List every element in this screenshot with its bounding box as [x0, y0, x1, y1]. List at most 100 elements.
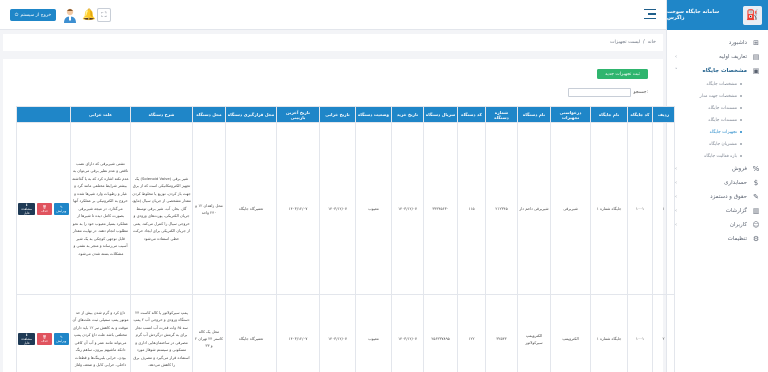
view-file-label: مشاهده فایل: [21, 336, 32, 345]
column-header[interactable]: نام جایگاه: [590, 106, 628, 123]
chevron-left-icon: ‹: [675, 222, 677, 228]
equipment-card: ثبت تجهیزات جدید جستجو: ردیف کد جایگاه ن…: [3, 59, 675, 372]
pen-icon: ✎: [753, 193, 759, 201]
delete-button[interactable]: 🗑 حذف: [36, 202, 53, 215]
view-file-label: مشاهده فایل: [21, 206, 32, 215]
table-cell: ۱۰۰۱: [627, 294, 653, 372]
subitem-label: مشتریان جایگاه: [709, 141, 737, 147]
table-cell: ۱۴۰۳/۱۲/۰۷: [276, 122, 320, 295]
column-header-actions: [16, 106, 71, 123]
sidebar-subitem[interactable]: مشخصات جهت مدار: [667, 90, 768, 102]
sidebar-subitem-equipment[interactable]: تجهیزات جایگاه: [667, 126, 768, 138]
document-icon: ▣: [752, 67, 760, 75]
column-header[interactable]: علت خرابی: [70, 106, 131, 123]
column-header[interactable]: محل قرارگیری دستگاه: [225, 106, 277, 123]
chevron-left-icon: ‹: [675, 166, 677, 172]
sidebar-subitem[interactable]: مستندات جایگاه: [667, 114, 768, 126]
column-header[interactable]: محل دستگاه: [192, 106, 226, 123]
table-cell: ۱: [652, 122, 675, 295]
sidebar-item-label: تنظیمات: [727, 236, 747, 242]
table-cell: ۱۴۰۳/۱۲/۰۷: [276, 294, 320, 372]
top-header: ⏻ خروج از سیستم 🔔 ⛶: [0, 0, 666, 30]
brand-title: سامانه جایگاه سوخت زاگرس: [667, 9, 720, 21]
column-header[interactable]: ردیف: [652, 106, 675, 123]
menu-toggle-icon[interactable]: [644, 9, 656, 19]
column-header[interactable]: تاریخ خرابی: [319, 106, 356, 123]
table-cell: ۳۴۳۴۵۶۳۰: [423, 122, 458, 295]
column-header[interactable]: کد جایگاه: [627, 106, 653, 123]
user-avatar-icon: [64, 8, 76, 23]
view-file-button[interactable]: ⬇ مشاهده فایل: [18, 202, 36, 215]
view-file-button[interactable]: ⬇ مشاهده فایل: [18, 332, 36, 345]
sidebar-item-station-specs[interactable]: ˅ مشخصات جایگاه ▣: [667, 64, 768, 78]
brand-header: سامانه جایگاه سوخت زاگرس ⛽: [667, 0, 768, 30]
sidebar-item-basic-definitions[interactable]: ‹ تعاریف اولیه ▤: [667, 50, 768, 64]
table-cell: ۱۰۰۱: [627, 122, 653, 295]
search-row: جستجو:: [568, 88, 648, 97]
subitem-label: بازه فعالیت جایگاه: [704, 153, 737, 159]
sidebar-subitem[interactable]: مشخصات جایگاه: [667, 78, 768, 90]
column-header[interactable]: سریال دستگاه: [423, 106, 458, 123]
column-header[interactable]: کد دستگاه: [457, 106, 486, 123]
sidebar-item-dashboard[interactable]: داشبورد ⊞: [667, 36, 768, 50]
edit-button[interactable]: ✎ ویرایش: [53, 332, 69, 345]
table-cell: ۱۴۰۳/۱۲/۰۷: [391, 294, 424, 372]
bullet-icon: [740, 83, 742, 85]
sidebar-item-label: تعاریف اولیه: [719, 54, 747, 60]
bullet-icon: [740, 119, 742, 121]
avatar[interactable]: [63, 7, 77, 23]
table-cell-failure-reason: نشتی شیربرقی که دارای نصب ناقص و عدم نظی…: [70, 122, 131, 295]
sidebar-item-label: گزارشات: [725, 208, 747, 214]
chevron-down-icon: ˅: [675, 68, 678, 74]
column-header[interactable]: وضعیت دستگاه: [355, 106, 392, 123]
delete-label: حذف: [40, 208, 48, 213]
table-cell: ۱۱۵: [457, 122, 486, 295]
table-cell: محل یک کاله کاستر ۲۴ تهران ۲ و ۳۳: [192, 294, 226, 372]
equipment-table: ردیف کد جایگاه نام جایگاه درخواستی تجهیز…: [16, 106, 675, 372]
breadcrumb-separator: /: [643, 40, 645, 45]
table-cell: الکتروپمپ: [550, 294, 591, 372]
delete-label: حذف: [40, 338, 48, 343]
sidebar-item-sales[interactable]: ‹ فروش %: [667, 162, 768, 176]
column-header[interactable]: تاریخ آخرین بازبینی: [276, 106, 320, 123]
sidebar-item-users[interactable]: ‹ کاربران ☺: [667, 218, 768, 232]
sidebar-item-payroll[interactable]: ‹ حقوق و دستمزد ✎: [667, 190, 768, 204]
chevron-left-icon: ‹: [675, 194, 677, 200]
sidebar-item-accounting[interactable]: ‹ حسابداری $: [667, 176, 768, 190]
table-cell: ۱۴۰۳/۱۲/۰۷: [319, 294, 356, 372]
logout-button[interactable]: ⏻ خروج از سیستم: [10, 9, 56, 21]
search-input[interactable]: [568, 88, 632, 97]
bullet-icon: [740, 143, 742, 145]
edit-button[interactable]: ✎ ویرایش: [53, 202, 69, 215]
table-cell: ۲۱۲۳۴۵: [485, 122, 518, 295]
table-cell-actions: ✎ ویرایش 🗑 حذف ⬇ مشاهده فایل: [16, 294, 71, 372]
table-row: ۱ ۱۰۰۱ جایگاه شماره ۱ شیربرقی شیربرقی دا…: [16, 122, 675, 295]
table-cell: ۱۴۰۳/۱۲/۰۷: [391, 122, 424, 295]
column-header[interactable]: شرح دستگاه: [130, 106, 193, 123]
sidebar-item-settings[interactable]: تنظیمات ⚙: [667, 232, 768, 246]
bullet-icon: [740, 155, 742, 157]
sidebar-subitem[interactable]: مستندات جایگاه: [667, 102, 768, 114]
sidebar-item-reports[interactable]: ‹ گزارشات ▥: [667, 204, 768, 218]
sidebar-subitem[interactable]: بازه فعالیت جایگاه: [667, 150, 768, 162]
subitem-label: مستندات جایگاه: [708, 105, 737, 111]
bullet-icon: [740, 95, 742, 97]
bell-icon[interactable]: 🔔: [82, 8, 96, 21]
add-equipment-button[interactable]: ثبت تجهیزات جدید: [597, 69, 648, 79]
table-cell: شیربرقی: [550, 122, 591, 295]
breadcrumb-home[interactable]: خانه: [648, 40, 656, 45]
column-header[interactable]: تاریخ خرید: [391, 106, 424, 123]
subitem-label: مشخصات جهت مدار: [699, 93, 737, 99]
table-cell: محل زاهدان ۱۲ و ۲۴۰ واحد: [192, 122, 226, 295]
column-header[interactable]: نام دستگاه: [517, 106, 551, 123]
sidebar-subitem[interactable]: مشتریان جایگاه: [667, 138, 768, 150]
column-header[interactable]: درخواستی تجهیزات: [550, 106, 591, 123]
fullscreen-icon[interactable]: ⛶: [97, 8, 111, 22]
bullet-icon: [740, 131, 742, 133]
edit-label: ویرایش: [56, 208, 67, 213]
column-header[interactable]: شماره دستگاه: [485, 106, 518, 123]
delete-button[interactable]: 🗑 حذف: [36, 332, 53, 345]
table-cell: تعمیرگاه جایگاه: [225, 294, 277, 372]
book-icon: ▤: [752, 53, 760, 61]
sidebar-item-label: حسابداری: [724, 180, 747, 186]
